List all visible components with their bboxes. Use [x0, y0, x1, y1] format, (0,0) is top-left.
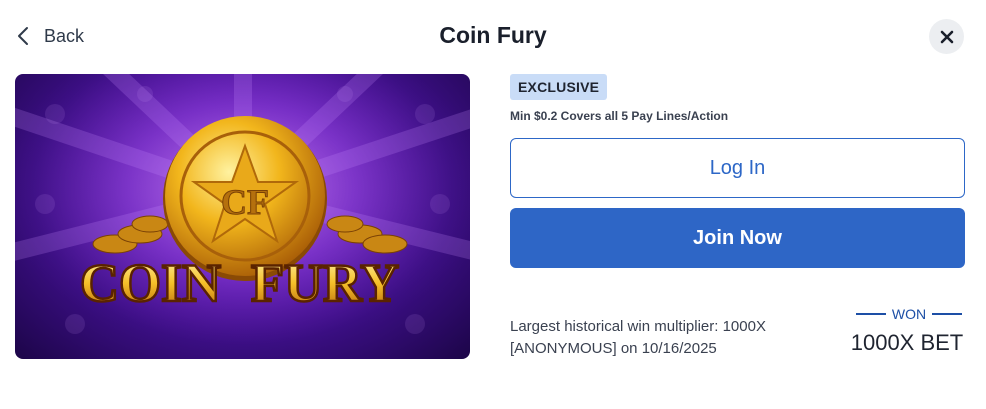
join-label: Join Now: [693, 226, 782, 249]
min-bet-text: Min $0.2 Covers all 5 Pay Lines/Action: [510, 109, 729, 123]
login-label: Log In: [709, 156, 766, 179]
chevron-left-icon: [18, 27, 28, 45]
artwork-title-fury: FURY: [251, 253, 399, 313]
coin-fury-artwork: CF COIN FURY: [15, 74, 470, 359]
largest-win-line1: Largest historical win multiplier: 1000X: [510, 318, 766, 335]
largest-win-info: Largest historical win multiplier: 1000X…: [510, 316, 766, 360]
won-label: WON: [856, 306, 962, 322]
game-thumbnail: CF COIN FURY: [15, 74, 470, 359]
back-button[interactable]: Back: [16, 22, 84, 50]
close-icon: [940, 30, 953, 43]
page-title: Coin Fury: [439, 22, 547, 48]
won-value: 1000X BET: [850, 330, 964, 355]
back-label: Back: [44, 25, 85, 46]
artwork-title-coin: COIN: [80, 253, 221, 313]
coin-monogram: CF: [221, 182, 269, 222]
join-now-button[interactable]: Join Now: [510, 208, 965, 268]
won-divider-left: [856, 313, 886, 315]
close-button[interactable]: [929, 19, 964, 54]
login-button[interactable]: Log In: [510, 138, 965, 198]
exclusive-badge: EXCLUSIVE: [510, 74, 608, 100]
won-text: WON: [891, 306, 927, 322]
won-divider-right: [932, 313, 962, 315]
largest-win-line2: [ANONYMOUS] on 10/16/2025: [510, 340, 717, 357]
